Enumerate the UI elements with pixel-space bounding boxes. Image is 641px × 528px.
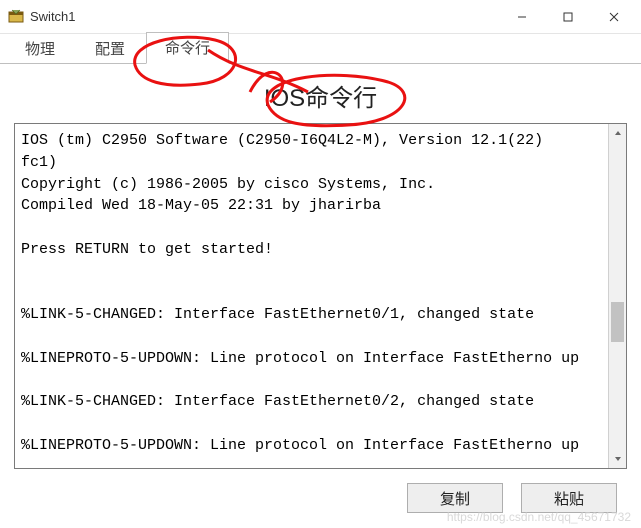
terminal-container: IOS (tm) C2950 Software (C2950-I6Q4L2-M)…	[14, 123, 627, 469]
button-label: 复制	[440, 488, 470, 509]
tab-bar: 物理 配置 命令行	[0, 34, 641, 64]
button-label: 粘贴	[554, 488, 584, 509]
scroll-down-arrow-icon[interactable]	[609, 450, 626, 468]
scrollbar-thumb[interactable]	[611, 302, 624, 342]
tab-config[interactable]: 配置	[76, 33, 144, 64]
tab-label: 命令行	[165, 40, 210, 57]
terminal-output[interactable]: IOS (tm) C2950 Software (C2950-I6Q4L2-M)…	[15, 124, 626, 468]
titlebar: Switch1	[0, 0, 641, 34]
scrollbar-track[interactable]	[609, 142, 626, 450]
copy-button[interactable]: 复制	[407, 483, 503, 513]
content-pane: IOS命令行 IOS (tm) C2950 Software (C2950-I6…	[0, 64, 641, 523]
tab-label: 配置	[95, 41, 125, 58]
paste-button[interactable]: 粘贴	[521, 483, 617, 513]
app-icon	[8, 9, 24, 25]
button-row: 复制 粘贴	[14, 469, 627, 513]
minimize-button[interactable]	[499, 1, 545, 33]
tab-label: 物理	[25, 41, 55, 58]
tab-physical[interactable]: 物理	[6, 33, 74, 64]
vertical-scrollbar[interactable]	[608, 124, 626, 468]
close-button[interactable]	[591, 1, 637, 33]
maximize-button[interactable]	[545, 1, 591, 33]
scroll-up-arrow-icon[interactable]	[609, 124, 626, 142]
window-title: Switch1	[30, 9, 76, 24]
tab-cli[interactable]: 命令行	[146, 32, 229, 64]
page-heading: IOS命令行	[14, 78, 627, 113]
